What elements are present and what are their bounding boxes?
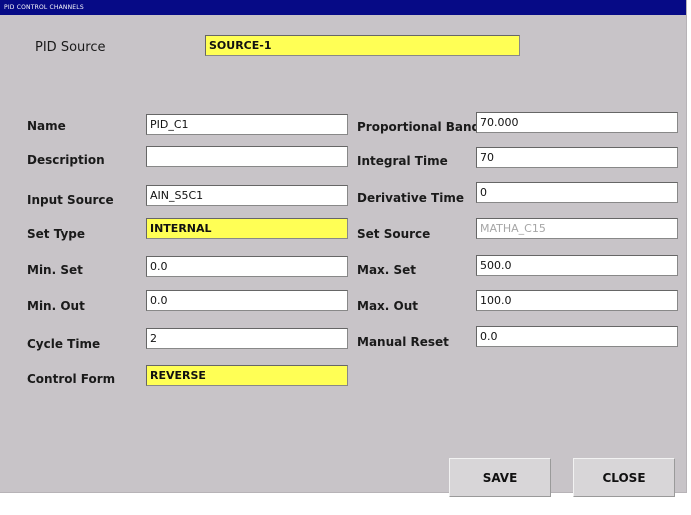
close-button[interactable]: CLOSE bbox=[573, 458, 675, 497]
cycle-time-field[interactable]: 2 bbox=[146, 328, 348, 349]
min-set-label: Min. Set bbox=[27, 263, 83, 277]
manual-reset-field[interactable]: 0.0 bbox=[476, 326, 678, 347]
name-field[interactable]: PID_C1 bbox=[146, 114, 348, 135]
window-titlebar: PID CONTROL CHANNELS bbox=[0, 0, 686, 15]
cycle-time-label: Cycle Time bbox=[27, 337, 101, 351]
description-label: Description bbox=[27, 153, 105, 167]
description-field[interactable] bbox=[146, 146, 348, 167]
integral-time-label: Integral Time bbox=[357, 154, 448, 168]
derivative-time-label: Derivative Time bbox=[357, 191, 464, 205]
control-form-label: Control Form bbox=[27, 372, 116, 386]
set-type-label: Set Type bbox=[27, 227, 86, 241]
max-set-field[interactable]: 500.0 bbox=[476, 255, 678, 276]
integral-time-field[interactable]: 70 bbox=[476, 147, 678, 168]
proportional-band-label: Proportional Band bbox=[357, 120, 476, 134]
min-out-label: Min. Out bbox=[27, 299, 85, 313]
max-out-label: Max. Out bbox=[357, 299, 418, 313]
min-out-field[interactable]: 0.0 bbox=[146, 290, 348, 311]
input-source-label: Input Source bbox=[27, 193, 114, 207]
save-button[interactable]: SAVE bbox=[449, 458, 551, 497]
pid-source-field[interactable]: SOURCE-1 bbox=[205, 35, 520, 56]
input-source-field[interactable]: AIN_S5C1 bbox=[146, 185, 348, 206]
pid-control-window: PID CONTROL CHANNELS PID Source SOURCE-1… bbox=[0, 0, 687, 497]
set-source-field: MATHA_C15 bbox=[476, 218, 678, 239]
set-type-field[interactable]: INTERNAL bbox=[146, 218, 348, 239]
derivative-time-field[interactable]: 0 bbox=[476, 182, 678, 203]
control-form-field[interactable]: REVERSE bbox=[146, 365, 348, 386]
set-source-label: Set Source bbox=[357, 227, 431, 241]
max-out-field[interactable]: 100.0 bbox=[476, 290, 678, 311]
proportional-band-field[interactable]: 70.000 bbox=[476, 112, 678, 133]
pid-source-label: PID Source bbox=[35, 40, 106, 55]
manual-reset-label: Manual Reset bbox=[357, 335, 449, 349]
max-set-label: Max. Set bbox=[357, 263, 417, 277]
min-set-field[interactable]: 0.0 bbox=[146, 256, 348, 277]
name-label: Name bbox=[27, 119, 66, 133]
